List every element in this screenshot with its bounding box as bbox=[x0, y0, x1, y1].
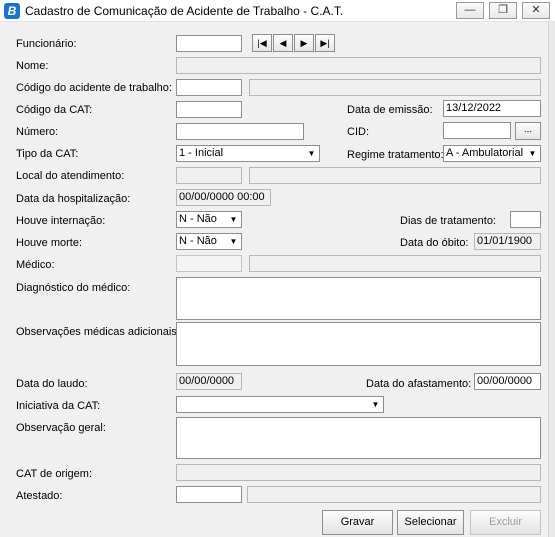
houve-morte-label: Houve morte: bbox=[16, 237, 83, 249]
data-obito-field: 01/01/1900 bbox=[474, 233, 541, 250]
funcionario-label: Funcionário: bbox=[16, 38, 77, 50]
houve-morte-value: N - Não bbox=[179, 235, 217, 247]
local-atendimento-description bbox=[249, 167, 541, 184]
tipo-cat-select[interactable]: 1 - Inicial ▼ bbox=[176, 145, 320, 162]
numero-label: Número: bbox=[16, 126, 59, 138]
data-afastamento-input[interactable]: 00/00/0000 bbox=[474, 373, 541, 390]
data-obito-label: Data do óbito: bbox=[400, 237, 469, 249]
regime-tratamento-value: A - Ambulatorial bbox=[446, 147, 524, 159]
nav-last-button[interactable]: ▶| bbox=[315, 34, 335, 52]
excluir-button[interactable]: Excluir bbox=[470, 510, 541, 535]
window-border bbox=[548, 22, 555, 537]
dias-tratamento-input[interactable] bbox=[510, 211, 541, 228]
dias-tratamento-label: Dias de tratamento: bbox=[400, 215, 496, 227]
local-atendimento-label: Local do atendimento: bbox=[16, 170, 125, 182]
atestado-label: Atestado: bbox=[16, 490, 63, 502]
selecionar-button[interactable]: Selecionar bbox=[397, 510, 464, 535]
data-hospitalizacao-field: 00/00/0000 00:00 bbox=[176, 189, 271, 206]
data-laudo-field: 00/00/0000 bbox=[176, 373, 242, 390]
window-title: Cadastro de Comunicação de Acidente de T… bbox=[25, 4, 344, 18]
nav-prev-button[interactable]: ◀ bbox=[273, 34, 293, 52]
funcionario-input[interactable] bbox=[176, 35, 242, 52]
nome-field bbox=[176, 57, 541, 74]
observacoes-medicas-textarea[interactable] bbox=[176, 322, 541, 366]
observacoes-medicas-label: Observações médicas adicionais: bbox=[16, 326, 180, 338]
iniciativa-cat-select[interactable]: ▼ bbox=[176, 396, 384, 413]
nav-next-button[interactable]: ▶ bbox=[294, 34, 314, 52]
codigo-acidente-label: Código do acidente de trabalho: bbox=[16, 82, 172, 94]
chevron-down-icon: ▼ bbox=[528, 149, 537, 158]
restore-button[interactable]: ❐ bbox=[489, 2, 517, 19]
tipo-cat-label: Tipo da CAT: bbox=[16, 148, 79, 160]
nav-first-button[interactable]: |◀ bbox=[252, 34, 272, 52]
regime-tratamento-label: Regime tratamento: bbox=[347, 149, 444, 161]
atestado-description bbox=[247, 486, 541, 503]
houve-morte-select[interactable]: N - Não ▼ bbox=[176, 233, 242, 250]
data-laudo-label: Data do laudo: bbox=[16, 378, 88, 390]
diagnostico-label: Diagnóstico do médico: bbox=[16, 282, 131, 294]
atestado-input[interactable] bbox=[176, 486, 242, 503]
regime-tratamento-select[interactable]: A - Ambulatorial ▼ bbox=[443, 145, 541, 162]
codigo-cat-input[interactable] bbox=[176, 101, 242, 118]
title-bar: B Cadastro de Comunicação de Acidente de… bbox=[0, 0, 555, 22]
close-button[interactable]: ✕ bbox=[522, 2, 550, 19]
codigo-acidente-input[interactable] bbox=[176, 79, 242, 96]
medico-code[interactable] bbox=[176, 255, 242, 272]
chevron-down-icon: ▼ bbox=[229, 215, 238, 224]
minimize-button[interactable]: — bbox=[456, 2, 484, 19]
gravar-button[interactable]: Gravar bbox=[322, 510, 393, 535]
local-atendimento-code bbox=[176, 167, 242, 184]
numero-input[interactable] bbox=[176, 123, 304, 140]
cid-input[interactable] bbox=[443, 122, 511, 139]
app-logo-icon: B bbox=[4, 3, 20, 19]
cat-origem-label: CAT de origem: bbox=[16, 468, 93, 480]
cid-lookup-button[interactable]: ... bbox=[515, 122, 541, 140]
observacao-geral-label: Observação geral: bbox=[16, 422, 106, 434]
cat-origem-field bbox=[176, 464, 541, 481]
nome-label: Nome: bbox=[16, 60, 49, 72]
houve-internacao-value: N - Não bbox=[179, 213, 217, 225]
codigo-acidente-description bbox=[249, 79, 541, 96]
chevron-down-icon: ▼ bbox=[229, 237, 238, 246]
chevron-down-icon: ▼ bbox=[307, 149, 316, 158]
medico-label: Médico: bbox=[16, 259, 55, 271]
medico-name bbox=[249, 255, 541, 272]
codigo-cat-label: Código da CAT: bbox=[16, 104, 93, 116]
iniciativa-cat-label: Iniciativa da CAT: bbox=[16, 400, 101, 412]
houve-internacao-select[interactable]: N - Não ▼ bbox=[176, 211, 242, 228]
tipo-cat-value: 1 - Inicial bbox=[179, 147, 224, 159]
observacao-geral-textarea[interactable] bbox=[176, 417, 541, 459]
data-hospitalizacao-label: Data da hospitalização: bbox=[16, 193, 131, 205]
cid-label: CID: bbox=[347, 126, 369, 138]
chevron-down-icon: ▼ bbox=[371, 400, 380, 409]
data-afastamento-label: Data do afastamento: bbox=[366, 378, 472, 390]
data-emissao-input[interactable]: 13/12/2022 bbox=[443, 100, 541, 117]
diagnostico-textarea[interactable] bbox=[176, 277, 541, 320]
data-emissao-label: Data de emissão: bbox=[347, 104, 433, 116]
houve-internacao-label: Houve internação: bbox=[16, 215, 106, 227]
